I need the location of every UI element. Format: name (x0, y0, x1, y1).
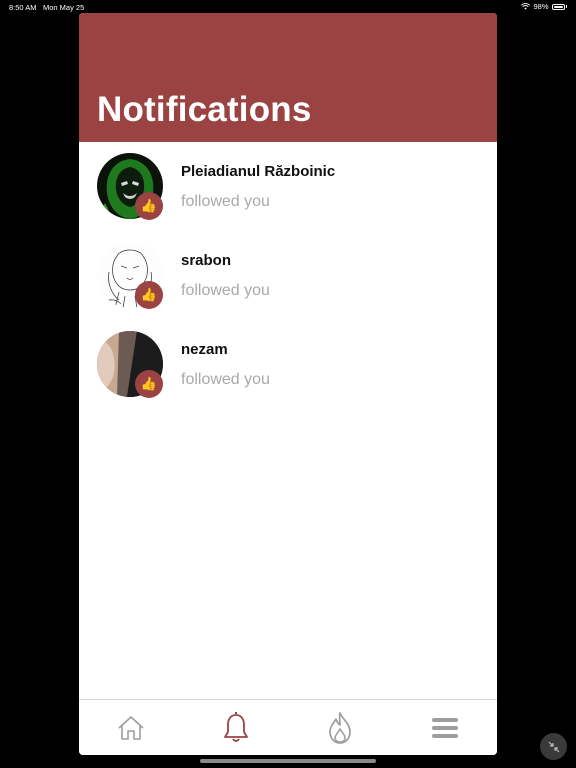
like-badge: 👍 (135, 192, 163, 220)
battery-icon (551, 3, 565, 10)
status-time: 8:50 AM (9, 3, 37, 12)
thumbs-up-icon: 👍 (140, 198, 158, 213)
menu-icon (431, 717, 458, 738)
thumbs-up-icon: 👍 (140, 376, 158, 391)
like-badge: 👍 (135, 281, 163, 309)
notification-action: followed you (181, 193, 270, 210)
app-window: Notifications 👍 Pleiadianul Războinic fo… (79, 13, 497, 755)
tab-bar (79, 699, 497, 755)
collapse-button[interactable] (540, 733, 567, 760)
collapse-arrows-icon (548, 741, 559, 752)
wifi-icon (521, 3, 531, 10)
like-badge: 👍 (135, 370, 163, 398)
notification-action: followed you (181, 282, 270, 299)
notification-name[interactable]: srabon (181, 252, 231, 269)
notification-item[interactable]: 👍 nezam followed you (79, 320, 497, 409)
tab-notifications[interactable] (206, 708, 266, 748)
thumbs-up-icon: 👍 (140, 287, 158, 302)
home-indicator[interactable] (200, 759, 376, 763)
status-bar: 8:50 AM Mon May 25 98% (0, 0, 576, 14)
home-icon (118, 715, 144, 740)
notification-list[interactable]: 👍 Pleiadianul Războinic followed you 👍 s… (79, 142, 497, 409)
battery-percent: 98% (533, 2, 549, 11)
tab-menu[interactable] (415, 708, 475, 748)
notification-name[interactable]: Pleiadianul Războinic (181, 163, 335, 180)
header: Notifications (79, 13, 497, 142)
bell-icon (223, 711, 248, 742)
tab-trending[interactable] (310, 708, 370, 748)
notification-item[interactable]: 👍 Pleiadianul Războinic followed you (79, 142, 497, 231)
notification-action: followed you (181, 371, 270, 388)
notification-item[interactable]: 👍 srabon followed you (79, 231, 497, 320)
status-date: Mon May 25 (43, 3, 85, 12)
battery-tip (565, 5, 567, 8)
status-right: 98% (521, 2, 567, 11)
notification-name[interactable]: nezam (181, 341, 228, 358)
flame-icon (329, 711, 352, 744)
page-title: Notifications (97, 90, 312, 129)
tab-home[interactable] (101, 708, 161, 748)
